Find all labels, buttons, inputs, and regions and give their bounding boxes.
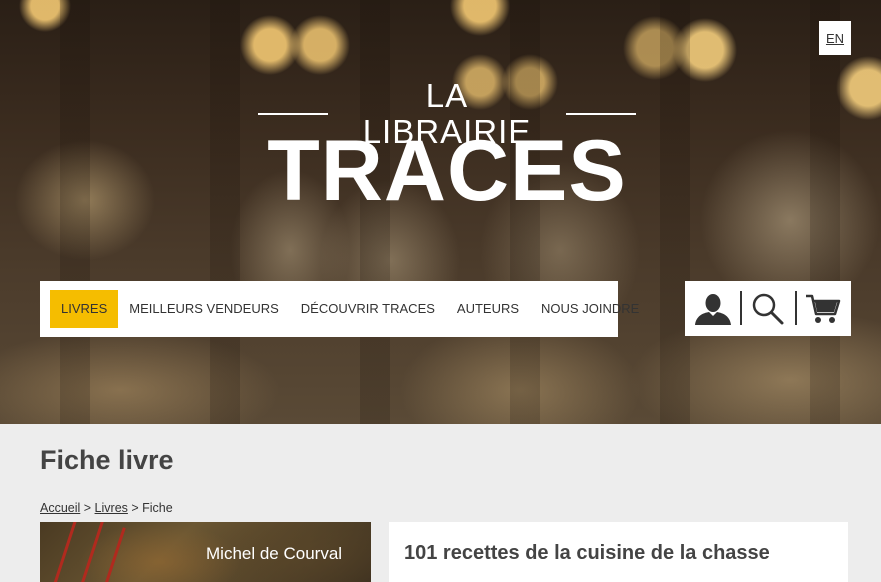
breadcrumb-separator: > <box>127 501 143 515</box>
cover-author: Michel de Courval <box>206 544 343 563</box>
main-nav: LIVRES MEILLEURS VENDEURS DÉCOUVRIR TRAC… <box>40 281 639 337</box>
search-button[interactable] <box>740 281 795 336</box>
cover-decoration <box>79 522 104 582</box>
logo-rule-left <box>258 113 329 115</box>
breadcrumb: Accueil > Livres > Fiche <box>40 501 173 515</box>
logo-big-text: TRACES <box>267 123 627 219</box>
page-title: Fiche livre <box>40 445 174 475</box>
book-title: 101 recettes de la cuisine de la chasse <box>404 542 770 564</box>
user-icon <box>694 293 731 325</box>
language-toggle[interactable]: EN <box>819 21 851 55</box>
nav-item-livres[interactable]: LIVRES <box>50 290 119 328</box>
cart-icon <box>805 294 840 323</box>
account-button[interactable] <box>685 281 740 336</box>
cover-decoration <box>101 527 126 582</box>
breadcrumb-livres[interactable]: Livres <box>95 501 128 515</box>
cover-decoration <box>53 522 78 582</box>
nav-item-nous-joindre[interactable]: NOUS JOINDRE <box>530 290 650 328</box>
logo-rule-right <box>565 113 636 115</box>
cart-button[interactable] <box>795 281 850 336</box>
nav-item-meilleurs-vendeurs[interactable]: MEILLEURS VENDEURS <box>118 290 290 328</box>
book-info-panel: 101 recettes de la cuisine de la chasse <box>389 522 848 582</box>
site-logo[interactable]: LA LIBRAIRIE TRACES <box>258 78 636 219</box>
breadcrumb-separator: > <box>80 501 95 515</box>
nav-item-decouvrir-traces[interactable]: DÉCOUVRIR TRACES <box>290 290 446 328</box>
nav-item-auteurs[interactable]: AUTEURS <box>446 290 530 328</box>
breadcrumb-home[interactable]: Accueil <box>40 501 80 515</box>
breadcrumb-current: Fiche <box>142 501 173 515</box>
search-icon <box>752 293 783 324</box>
book-cover[interactable]: Michel de Courval <box>40 522 371 582</box>
header-tools <box>685 281 851 336</box>
